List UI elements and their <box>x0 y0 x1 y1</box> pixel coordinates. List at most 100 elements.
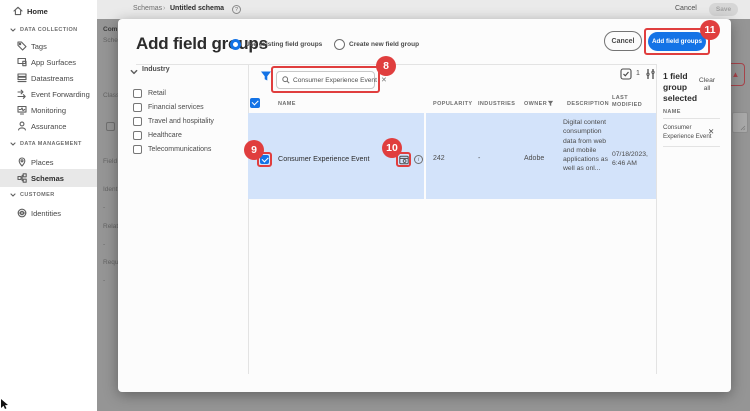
sidebar-item-label: Assurance <box>31 121 67 131</box>
selected-field-group: Consumer Experience Event <box>663 124 712 140</box>
bg-label: Schem <box>103 37 118 44</box>
checkbox[interactable] <box>133 116 142 126</box>
bg-label: Relat <box>103 223 118 230</box>
chevron-down-icon <box>10 142 16 146</box>
checkbox[interactable] <box>133 88 142 98</box>
column-header-name[interactable]: NAME <box>278 101 296 107</box>
column-header-popularity[interactable]: POPULARITY <box>433 101 472 107</box>
home-icon <box>13 6 23 16</box>
divider <box>248 64 249 374</box>
checkbox[interactable] <box>133 144 142 154</box>
divider <box>656 64 657 374</box>
breadcrumb-current: Untitled schema <box>170 5 225 12</box>
checkbox[interactable] <box>133 130 142 140</box>
sidebar-item-schemas[interactable]: Schemas <box>0 169 97 187</box>
row-name[interactable]: Consumer Experience Event <box>278 154 370 163</box>
bg-label: Ident <box>103 186 118 193</box>
row-last-modified: 07/18/2023, 6:46 AM <box>612 151 648 167</box>
chevron-down-icon <box>10 28 16 32</box>
filter-option-label: Financial services <box>148 103 204 111</box>
page-save-button[interactable]: Save <box>709 3 738 16</box>
selected-count-icon[interactable] <box>620 68 632 80</box>
sidebar-section-label: CUSTOMER <box>20 192 55 198</box>
clear-search-icon[interactable]: ✕ <box>381 76 387 84</box>
sidebar-item-label: Monitoring <box>31 105 67 115</box>
column-header-owner[interactable]: OWNER <box>524 101 547 107</box>
divider <box>663 118 720 119</box>
sidebar-item-label: Places <box>31 157 54 167</box>
column-header-industries[interactable]: INDUSTRIES <box>478 101 515 107</box>
sidebar-item-places[interactable]: Places <box>0 154 97 170</box>
sidebar-item-label: Schemas <box>31 173 64 183</box>
divider <box>136 64 656 65</box>
bg-label: - <box>103 277 106 284</box>
filter-option-financial-services[interactable]: Financial services <box>133 101 248 113</box>
row-description: Digital content consumption data from we… <box>563 119 608 173</box>
radio-use-existing-label[interactable]: Use existing field groups <box>245 41 322 48</box>
sidebar-item-tags[interactable]: Tags <box>0 38 97 54</box>
filter-option-telecommunications[interactable]: Telecommunications <box>133 143 248 155</box>
column-header-description[interactable]: DESCRIPTION <box>567 101 609 107</box>
column-header-last-modified[interactable]: LAST MODIFIED <box>612 95 646 109</box>
radio-create-new[interactable] <box>334 39 345 50</box>
sidebar-item-label: Event Forwarding <box>31 89 90 99</box>
bg-label: Com <box>103 26 118 33</box>
filter-group-title[interactable]: Industry <box>142 66 170 73</box>
annotation-step-8: 8 <box>376 56 396 76</box>
divider <box>663 146 720 147</box>
page-cancel-button[interactable]: Cancel <box>675 5 697 12</box>
annotation-box-search <box>271 66 380 93</box>
annotation-step-9: 9 <box>244 140 264 160</box>
checkbox[interactable] <box>133 102 142 112</box>
sidebar-item-monitoring[interactable]: Monitoring <box>0 102 97 118</box>
sidebar-item-datastreams[interactable]: Datastreams <box>0 70 97 86</box>
page-top-bar: Schemas › Untitled schema ? Cancel Save <box>97 0 750 19</box>
remove-selection-icon[interactable]: ✕ <box>708 127 714 136</box>
row-owner: Adobe <box>524 155 545 162</box>
bg-label: - <box>103 241 106 248</box>
schemas-icon <box>17 173 27 183</box>
bg-label: Requ <box>103 259 118 266</box>
sidebar-item-label: Tags <box>31 41 47 51</box>
sidebar-item-event-forwarding[interactable]: Event Forwarding <box>0 86 97 102</box>
sticky-column-gap <box>424 113 426 199</box>
dimmed-page-left-strip: Com Schem Class Field g Ident - Relat - … <box>97 19 118 411</box>
annotation-step-11: 11 <box>700 20 720 40</box>
sidebar-item-app-surfaces[interactable]: App Surfaces <box>0 54 97 70</box>
owner-filter-icon[interactable] <box>547 100 554 107</box>
filter-option-retail[interactable]: Retail <box>133 87 248 99</box>
warning-triangle-icon: ▲ <box>731 70 740 79</box>
radio-create-new-label[interactable]: Create new field group <box>349 41 419 48</box>
row-popularity: 242 <box>433 155 445 162</box>
bg-label: Field g <box>103 158 118 165</box>
breadcrumb-root[interactable]: Schemas <box>133 5 162 12</box>
add-field-groups-dialog: Add field groups Use existing field grou… <box>118 19 731 392</box>
info-icon[interactable]: i <box>414 155 423 164</box>
map-pin-icon <box>18 157 26 167</box>
sidebar-item-home[interactable]: Home <box>0 3 97 19</box>
cancel-button[interactable]: Cancel <box>604 31 642 51</box>
filter-option-travel-hospitality[interactable]: Travel and hospitality <box>133 115 248 127</box>
bg-label: Class <box>103 92 118 99</box>
breadcrumb-separator-icon: › <box>163 5 166 12</box>
selected-count: 1 <box>636 70 640 77</box>
help-icon[interactable]: ? <box>232 5 241 14</box>
sidebar-section-customer[interactable]: CUSTOMER <box>0 189 97 201</box>
left-nav-sidebar: Home DATA COLLECTION Tags App Surfaces D… <box>0 0 97 411</box>
select-all-checkbox[interactable] <box>250 98 260 108</box>
sidebar-section-data-collection[interactable]: DATA COLLECTION <box>0 24 97 36</box>
filter-option-healthcare[interactable]: Healthcare <box>133 129 248 141</box>
sidebar-item-assurance[interactable]: Assurance <box>0 118 97 134</box>
sidebar-section-data-management[interactable]: DATA MANAGEMENT <box>0 138 97 150</box>
filter-option-label: Telecommunications <box>148 145 212 153</box>
clear-all-button[interactable]: Clear all <box>695 77 719 93</box>
radio-use-existing[interactable] <box>230 39 241 50</box>
mouse-cursor-icon <box>1 399 8 409</box>
bg-checkbox <box>106 122 115 131</box>
tag-icon <box>17 41 27 51</box>
event-forwarding-icon <box>17 89 26 99</box>
filter-option-label: Travel and hospitality <box>148 117 214 125</box>
sidebar-item-identities[interactable]: Identities <box>0 205 97 221</box>
resize-grip-icon <box>740 125 746 131</box>
chevron-down-icon <box>130 69 138 75</box>
